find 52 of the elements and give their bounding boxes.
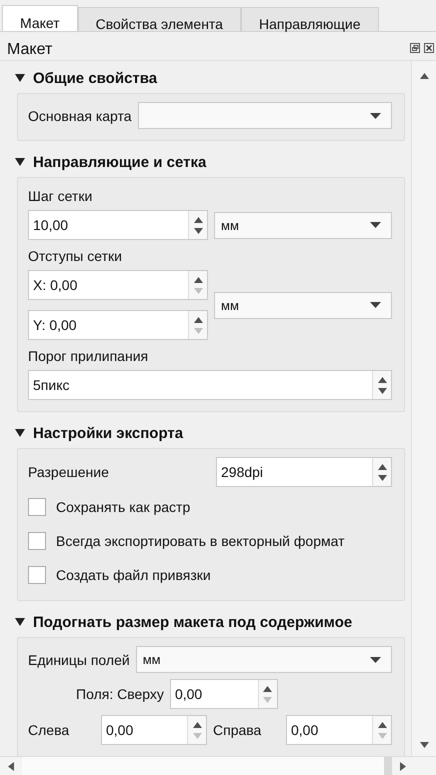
- collapse-triangle-icon: [15, 618, 25, 626]
- field-label: Поля: Сверху: [76, 686, 164, 702]
- panel-title: Макет: [7, 41, 52, 59]
- scroll-thumb[interactable]: [22, 757, 392, 775]
- spin-box[interactable]: 10,00: [28, 210, 208, 240]
- horizontal-scrollbar[interactable]: [0, 756, 436, 775]
- checkbox[interactable]: [28, 566, 46, 584]
- checkbox-label: Всегда экспортировать в векторный формат: [56, 533, 344, 549]
- up-arrow-icon[interactable]: [194, 216, 202, 222]
- section-header[interactable]: Направляющие и сетка: [15, 151, 405, 173]
- scroll-left-icon[interactable]: [8, 762, 14, 770]
- collapse-triangle-icon: [15, 74, 25, 82]
- section-header[interactable]: Настройки экспорта: [15, 422, 405, 444]
- down-arrow-icon[interactable]: [194, 228, 202, 234]
- tab[interactable]: Макет: [2, 5, 78, 31]
- down-arrow-icon[interactable]: [378, 388, 386, 394]
- section-header[interactable]: Подогнать размер макета под содержимое: [15, 611, 405, 633]
- spin-box[interactable]: 298dpi: [216, 457, 392, 487]
- dropdown[interactable]: мм: [136, 646, 392, 673]
- spin-box[interactable]: 5пикс: [28, 370, 392, 400]
- field-label: Порог прилипания: [28, 348, 150, 364]
- scroll-right-icon[interactable]: [400, 762, 406, 770]
- tab[interactable]: Направляющие: [240, 7, 379, 31]
- down-arrow-icon[interactable]: [378, 474, 386, 480]
- checkbox[interactable]: [28, 532, 46, 550]
- collapse-triangle-icon: [15, 429, 25, 437]
- field-label: Отступы сетки: [28, 248, 123, 264]
- close-icon[interactable]: [424, 43, 434, 53]
- field-label: Единицы полей: [28, 652, 130, 668]
- caret-icon: [370, 302, 381, 308]
- dropdown[interactable]: мм: [214, 212, 392, 238]
- field-label: Разрешение: [28, 464, 110, 480]
- caret-icon: [370, 656, 381, 662]
- dropdown[interactable]: мм: [214, 292, 392, 318]
- checkbox[interactable]: [28, 498, 46, 516]
- field-label: Основная карта: [28, 108, 132, 124]
- field-label: Шаг сетки: [28, 188, 94, 204]
- float-icon[interactable]: [410, 43, 420, 53]
- field-label: Слева: [28, 722, 70, 738]
- caret-icon: [370, 222, 381, 228]
- collapse-triangle-icon: [15, 158, 25, 166]
- caret-icon: [370, 112, 381, 118]
- checkbox-label: Сохранять как растр: [56, 499, 190, 515]
- scroll-down-icon[interactable]: [420, 742, 428, 748]
- scroll-up-icon[interactable]: [420, 73, 428, 79]
- checkbox-label: Создать файл привязки: [56, 567, 211, 583]
- up-arrow-icon[interactable]: [378, 464, 386, 470]
- up-arrow-icon[interactable]: [378, 376, 386, 382]
- field-label: Справа: [213, 722, 262, 738]
- vertical-scrollbar[interactable]: [411, 61, 436, 756]
- section-header[interactable]: Общие свойства: [15, 67, 405, 89]
- tab[interactable]: Свойства элемента: [78, 7, 241, 31]
